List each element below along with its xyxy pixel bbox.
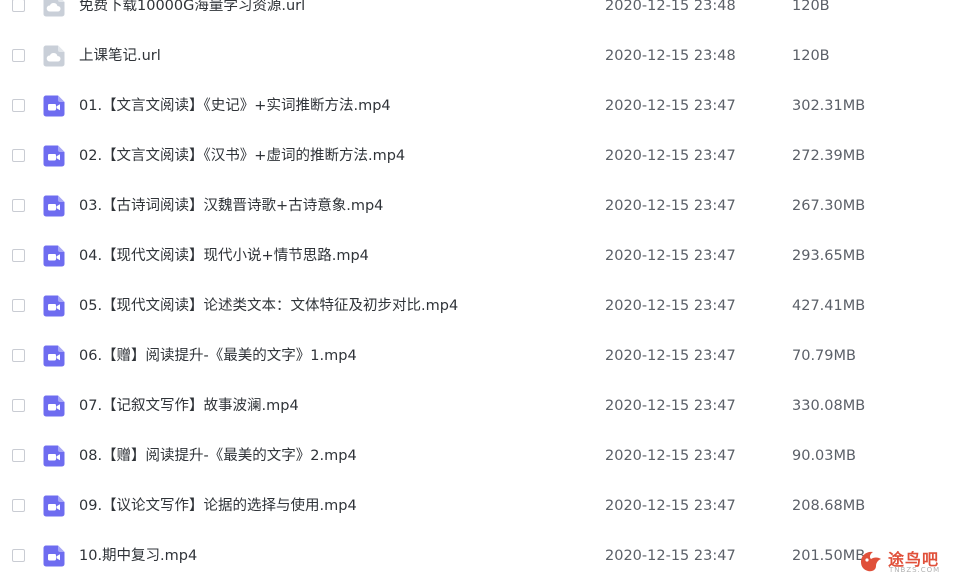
file-row[interactable]: 免费下载10000G海量学习资源.url 2020-12-15 23:48 120B [0, 0, 958, 31]
bird-logo-icon [861, 551, 881, 572]
file-size: 427.41MB [792, 298, 866, 314]
file-list: 免费下载10000G海量学习资源.url 2020-12-15 23:48 120B… [0, 0, 958, 581]
file-name[interactable]: 02.【文言文阅读】《汉书》+虚词的推断方法.mp4 [79, 131, 405, 181]
file-name[interactable]: 免费下载10000G海量学习资源.url [79, 0, 305, 31]
row-checkbox[interactable] [12, 249, 25, 262]
file-size: 70.79MB [792, 348, 856, 364]
file-date: 2020-12-15 23:47 [605, 548, 736, 564]
file-size: 208.68MB [792, 498, 866, 514]
file-row[interactable]: 05.【现代文阅读】论述类文本：文体特征及初步对比.mp4 2020-12-15 … [0, 281, 958, 331]
row-checkbox[interactable] [12, 149, 25, 162]
file-name[interactable]: 04.【现代文阅读】现代小说+情节思路.mp4 [79, 231, 369, 281]
file-date: 2020-12-15 23:47 [605, 98, 736, 114]
file-size: 120B [792, 48, 830, 64]
file-size: 272.39MB [792, 148, 866, 164]
row-checkbox[interactable] [12, 499, 25, 512]
file-date: 2020-12-15 23:47 [605, 448, 736, 464]
file-size: 293.65MB [792, 248, 866, 264]
file-name[interactable]: 06.【赠】阅读提升-《最美的文字》1.mp4 [79, 331, 357, 381]
file-size: 302.31MB [792, 98, 866, 114]
video-file-icon [42, 144, 66, 168]
file-name[interactable]: 09.【议论文写作】论据的选择与使用.mp4 [79, 481, 357, 531]
row-checkbox[interactable] [12, 549, 25, 562]
file-date: 2020-12-15 23:48 [605, 48, 736, 64]
row-checkbox[interactable] [12, 49, 25, 62]
file-row[interactable]: 06.【赠】阅读提升-《最美的文字》1.mp4 2020-12-15 23:47 7… [0, 331, 958, 381]
row-checkbox[interactable] [12, 99, 25, 112]
file-date: 2020-12-15 23:47 [605, 298, 736, 314]
file-name[interactable]: 10.期中复习.mp4 [79, 531, 197, 581]
file-name[interactable]: 07.【记叙文写作】故事波澜.mp4 [79, 381, 299, 431]
file-date: 2020-12-15 23:47 [605, 198, 736, 214]
file-size: 267.30MB [792, 198, 866, 214]
video-file-icon [42, 294, 66, 318]
file-date: 2020-12-15 23:47 [605, 498, 736, 514]
file-row[interactable]: 09.【议论文写作】论据的选择与使用.mp4 2020-12-15 23:47 20… [0, 481, 958, 531]
file-row[interactable]: 03.【古诗词阅读】汉魏晋诗歌+古诗意象.mp4 2020-12-15 23:47… [0, 181, 958, 231]
row-checkbox[interactable] [12, 349, 25, 362]
file-date: 2020-12-15 23:48 [605, 0, 736, 14]
watermark-subtext: TNBZS.COM [889, 566, 941, 574]
video-file-icon [42, 344, 66, 368]
cloud-link-icon [42, 0, 66, 18]
file-size: 120B [792, 0, 830, 14]
row-checkbox[interactable] [12, 399, 25, 412]
video-file-icon [42, 94, 66, 118]
file-name[interactable]: 05.【现代文阅读】论述类文本：文体特征及初步对比.mp4 [79, 281, 458, 331]
file-date: 2020-12-15 23:47 [605, 248, 736, 264]
file-date: 2020-12-15 23:47 [605, 398, 736, 414]
file-row[interactable]: 04.【现代文阅读】现代小说+情节思路.mp4 2020-12-15 23:47 2… [0, 231, 958, 281]
file-size: 330.08MB [792, 398, 866, 414]
file-name[interactable]: 上课笔记.url [79, 31, 161, 81]
file-date: 2020-12-15 23:47 [605, 348, 736, 364]
site-watermark: 途鸟吧 TNBZS.COM [858, 546, 950, 578]
file-row[interactable]: 10.期中复习.mp4 2020-12-15 23:47 201.50MB [0, 531, 958, 581]
video-file-icon [42, 244, 66, 268]
row-checkbox[interactable] [12, 199, 25, 212]
file-name[interactable]: 01.【文言文阅读】《史记》+实词推断方法.mp4 [79, 81, 391, 131]
video-file-icon [42, 544, 66, 568]
video-file-icon [42, 394, 66, 418]
row-checkbox[interactable] [12, 449, 25, 462]
video-file-icon [42, 194, 66, 218]
video-file-icon [42, 444, 66, 468]
file-row[interactable]: 上课笔记.url 2020-12-15 23:48 120B [0, 31, 958, 81]
file-row[interactable]: 08.【赠】阅读提升-《最美的文字》2.mp4 2020-12-15 23:47 9… [0, 431, 958, 481]
video-file-icon [42, 494, 66, 518]
file-size: 90.03MB [792, 448, 856, 464]
file-row[interactable]: 02.【文言文阅读】《汉书》+虚词的推断方法.mp4 2020-12-15 23:… [0, 131, 958, 181]
file-size: 201.50MB [792, 548, 866, 564]
file-row[interactable]: 07.【记叙文写作】故事波澜.mp4 2020-12-15 23:47 330.08… [0, 381, 958, 431]
row-checkbox[interactable] [12, 0, 25, 12]
file-name[interactable]: 08.【赠】阅读提升-《最美的文字》2.mp4 [79, 431, 357, 481]
file-row[interactable]: 01.【文言文阅读】《史记》+实词推断方法.mp4 2020-12-15 23:4… [0, 81, 958, 131]
file-date: 2020-12-15 23:47 [605, 148, 736, 164]
cloud-link-icon [42, 44, 66, 68]
row-checkbox[interactable] [12, 299, 25, 312]
file-name[interactable]: 03.【古诗词阅读】汉魏晋诗歌+古诗意象.mp4 [79, 181, 383, 231]
